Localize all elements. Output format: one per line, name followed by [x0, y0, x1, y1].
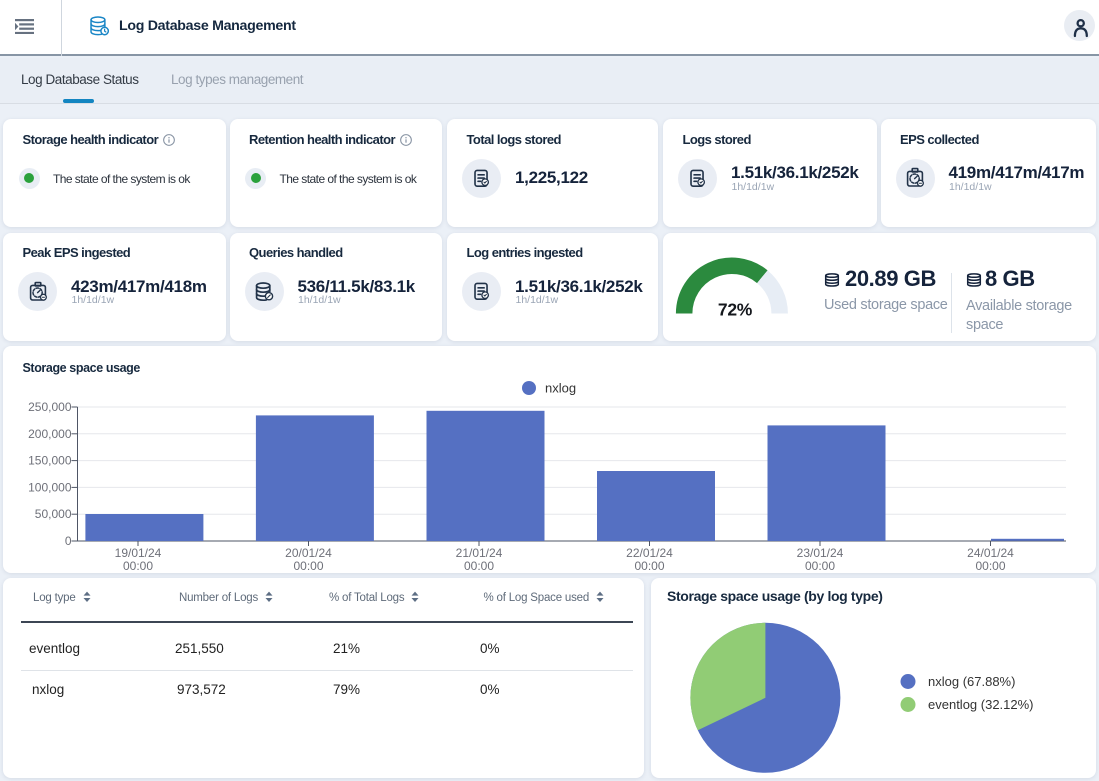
svg-text:nxlog: nxlog [545, 381, 576, 396]
svg-text:50,000: 50,000 [35, 507, 72, 521]
svg-text:24/01/24: 24/01/24 [967, 546, 1014, 560]
svg-text:00:00: 00:00 [975, 559, 1005, 573]
svg-text:00:00: 00:00 [123, 559, 153, 573]
svg-text:72%: 72% [718, 299, 753, 319]
svg-text:200,000: 200,000 [28, 427, 72, 441]
svg-text:23/01/24: 23/01/24 [797, 546, 844, 560]
svg-text:20/01/24: 20/01/24 [285, 546, 332, 560]
svg-text:0: 0 [65, 534, 72, 548]
svg-text:nxlog (67.88%): nxlog (67.88%) [928, 674, 1015, 689]
svg-text:250,000: 250,000 [28, 400, 72, 414]
svg-text:00:00: 00:00 [634, 559, 664, 573]
svg-text:00:00: 00:00 [464, 559, 494, 573]
svg-text:eventlog (32.12%): eventlog (32.12%) [928, 697, 1034, 712]
svg-text:00:00: 00:00 [293, 559, 323, 573]
svg-text:100,000: 100,000 [28, 480, 72, 494]
svg-text:00:00: 00:00 [805, 559, 835, 573]
svg-text:19/01/24: 19/01/24 [115, 546, 162, 560]
svg-text:22/01/24: 22/01/24 [626, 546, 673, 560]
svg-text:150,000: 150,000 [28, 454, 72, 468]
svg-text:21/01/24: 21/01/24 [456, 546, 503, 560]
